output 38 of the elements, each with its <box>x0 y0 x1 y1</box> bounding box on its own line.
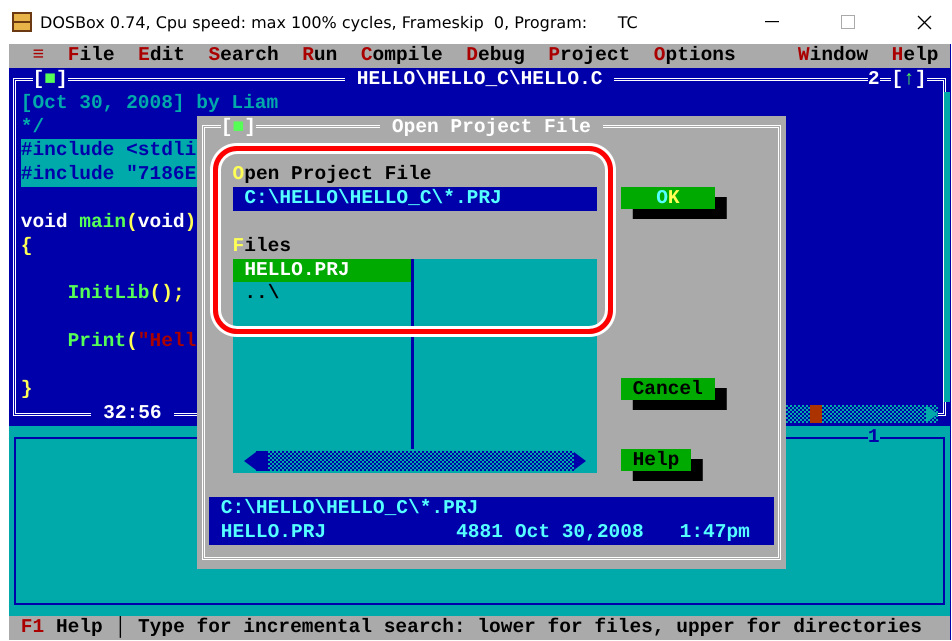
code-line: */ <box>20 116 44 140</box>
shortcut-key: F1 <box>20 616 44 640</box>
minimize-icon[interactable] <box>765 21 779 23</box>
horizontal-scrollbar[interactable] <box>244 451 586 472</box>
code-line: { <box>20 234 32 259</box>
list-heading: Files <box>232 234 292 259</box>
status-hint: Type for incremental search: lower for files, upper for directories <box>138 616 922 640</box>
menu-item[interactable]: Run <box>290 44 350 68</box>
file-path: C:\HELLO\HELLO_C\*.PRJ <box>220 497 480 521</box>
shortcut-label: Help <box>56 616 103 640</box>
code-line: [Oct 30, 2008] by Liam <box>20 92 278 116</box>
file-date: Oct 30,2008 <box>514 520 644 545</box>
separator: │ <box>114 616 126 640</box>
code-line: void main(void) <box>20 210 196 235</box>
file-size: 4881 <box>456 520 504 545</box>
menu-item[interactable]: File <box>56 44 126 68</box>
file-time: 1:47pm <box>680 520 751 545</box>
close-icon[interactable] <box>917 14 932 30</box>
menu-item[interactable]: Project <box>536 44 642 68</box>
menu-item[interactable]: Compile <box>349 44 455 68</box>
menu-item[interactable]: Help <box>880 44 950 68</box>
menu-item[interactable]: Options <box>642 44 748 68</box>
menu-item[interactable]: Search <box>196 44 290 68</box>
code-line: InitLib(); <box>66 282 185 306</box>
dialog-button[interactable]: Cancel <box>620 378 715 400</box>
file-name-field[interactable]: C:\HELLO\HELLO_C\*.PRJ <box>232 187 598 211</box>
app-logo-icon <box>12 12 32 32</box>
file-name: HELLO.PRJ <box>220 520 328 545</box>
dialog-button[interactable]: Help <box>620 449 692 472</box>
code-line: } <box>20 378 32 402</box>
menu-item[interactable]: Window <box>786 44 880 68</box>
code-line: Print("Hell <box>66 330 196 354</box>
menu-item[interactable]: Debug <box>454 44 537 68</box>
field-label: Open Project File <box>232 163 432 188</box>
menu-item[interactable]: Edit <box>126 44 197 68</box>
window-title: DOSBox 0.74, Cpu speed: max 100% cycles, Frameskip 0, Program: TC <box>40 12 638 32</box>
list-entry[interactable]: ..\ <box>232 282 412 306</box>
vertical-scrollbar[interactable] <box>944 92 950 402</box>
